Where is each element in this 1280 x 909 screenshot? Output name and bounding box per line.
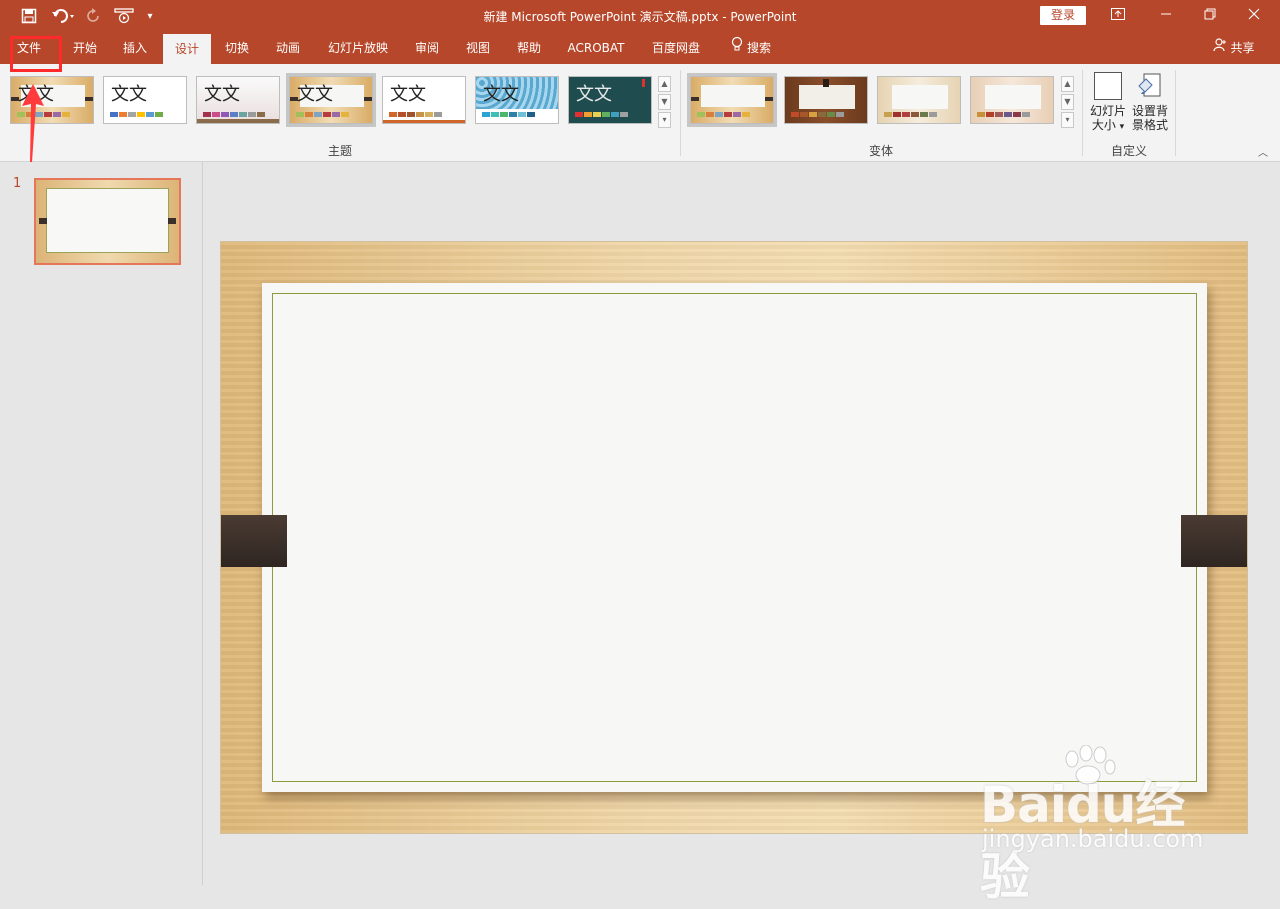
variant-swatches: [884, 112, 938, 117]
minimize-icon[interactable]: [1146, 4, 1186, 28]
group-divider: [1175, 70, 1176, 156]
theme-wood-type-selected[interactable]: 文文: [286, 73, 376, 127]
theme-swatches: [575, 112, 629, 117]
paper-border: [272, 293, 1197, 782]
theme-preview-text: 文文: [297, 84, 333, 105]
slide-size-icon: [1094, 72, 1122, 100]
baidu-jingyan-watermark: Baidu经验 jingyan.baidu.com: [980, 745, 1230, 906]
tab-insert[interactable]: 插入: [114, 32, 156, 64]
thumbnail-strap-left: [39, 218, 47, 224]
variant-swatches: [791, 112, 845, 117]
tab-transitions[interactable]: 切换: [216, 32, 258, 64]
lightbulb-icon: [731, 32, 743, 64]
collapse-ribbon-icon[interactable]: ︿: [1258, 144, 1268, 159]
format-background-label-2: 景格式: [1131, 118, 1168, 132]
share-label: 共享: [1230, 41, 1255, 55]
variants-scroll-up[interactable]: ▲: [1061, 76, 1074, 92]
theme-preview-text: 文文: [111, 84, 147, 105]
tab-slideshow[interactable]: 幻灯片放映: [322, 32, 394, 64]
customize-group-label: 自定义: [1110, 144, 1147, 158]
group-divider: [1082, 70, 1083, 156]
tab-review[interactable]: 审阅: [406, 32, 448, 64]
slide-paper: [262, 283, 1207, 792]
variant-2[interactable]: [784, 76, 868, 124]
themes-scroll-down[interactable]: ▼: [658, 94, 671, 110]
theme-preview-text: 文文: [483, 84, 519, 105]
themes-scroll-up[interactable]: ▲: [658, 76, 671, 92]
close-icon[interactable]: [1234, 4, 1274, 28]
slide-thumbnail-paper: [46, 188, 169, 253]
slide-number: 1: [13, 176, 22, 191]
variants-group-label: 变体: [868, 144, 893, 158]
tab-home[interactable]: 开始: [64, 32, 106, 64]
share-button[interactable]: 共享: [1206, 32, 1262, 64]
theme-swatches: [203, 112, 266, 117]
themes-more[interactable]: ▾: [658, 112, 671, 128]
theme-gallery[interactable]: 文文: [196, 76, 280, 124]
slide-size-button[interactable]: 幻灯片 大小 ▾: [1086, 70, 1130, 140]
format-background-label-1: 设置背: [1131, 104, 1168, 118]
theme-preview-text: 文文: [390, 84, 426, 105]
slide-thumbnail[interactable]: [34, 178, 181, 265]
theme-office[interactable]: 文文: [103, 76, 187, 124]
format-background-button[interactable]: 设置背 景格式: [1128, 70, 1172, 140]
theme-preview-text: 文文: [576, 84, 612, 105]
tell-me-label: 搜索: [746, 41, 771, 55]
variant-3[interactable]: [877, 76, 961, 124]
theme-swatches: [296, 112, 350, 117]
right-strap: [1181, 515, 1247, 567]
variant-1[interactable]: [687, 73, 777, 127]
thumbnail-strap-right: [168, 218, 176, 224]
theme-slice[interactable]: 文文: [382, 76, 466, 124]
tell-me-search[interactable]: 搜索: [722, 32, 780, 64]
login-button[interactable]: 登录: [1040, 6, 1086, 25]
theme-chalkboard[interactable]: 文文: [568, 76, 652, 124]
variant-swatches: [697, 112, 751, 117]
theme-pattern[interactable]: 文文: [475, 76, 559, 124]
title-bar: ▾ 新建 Microsoft PowerPoint 演示文稿.pptx - Po…: [0, 0, 1280, 32]
tab-acrobat[interactable]: ACROBAT: [562, 32, 630, 64]
ribbon-tabs: 文件 开始 插入 设计 切换 动画 幻灯片放映 审阅 视图 帮助 ACROBAT…: [0, 32, 1280, 64]
tab-view[interactable]: 视图: [457, 32, 499, 64]
tab-help[interactable]: 帮助: [508, 32, 550, 64]
slide-size-label-2: 大小 ▾: [1091, 118, 1125, 132]
restore-icon[interactable]: [1190, 4, 1230, 28]
watermark-url: jingyan.baidu.com: [982, 825, 1204, 853]
ribbon-design: 文文 文文 文文 文文 文文 文文 文文 ▲ ▼ ▾ 主题: [0, 64, 1280, 162]
variants-more[interactable]: ▾: [1061, 112, 1074, 128]
theme-swatches: [389, 112, 443, 117]
tab-animations[interactable]: 动画: [267, 32, 309, 64]
slide-size-label-1: 幻灯片: [1089, 104, 1126, 118]
window-title: 新建 Microsoft PowerPoint 演示文稿.pptx - Powe…: [483, 10, 797, 24]
variants-scroll-down[interactable]: ▼: [1061, 94, 1074, 110]
group-divider: [680, 70, 681, 156]
tab-design[interactable]: 设计: [163, 34, 211, 64]
format-background-icon: [1136, 72, 1164, 100]
themes-group-label: 主题: [327, 144, 352, 158]
theme-swatches: [482, 112, 536, 117]
variant-swatches: [977, 112, 1031, 117]
person-icon: [1213, 32, 1227, 64]
ribbon-display-options-icon[interactable]: [1098, 4, 1138, 28]
variant-4[interactable]: [970, 76, 1054, 124]
left-strap: [221, 515, 287, 567]
theme-preview-text: 文文: [204, 84, 240, 105]
slides-panel: 1: [0, 162, 203, 885]
red-arrow-annotation: [22, 84, 44, 162]
tab-baidu-netdisk[interactable]: 百度网盘: [644, 32, 708, 64]
tab-file[interactable]: 文件: [8, 32, 50, 64]
theme-swatches: [110, 112, 164, 117]
